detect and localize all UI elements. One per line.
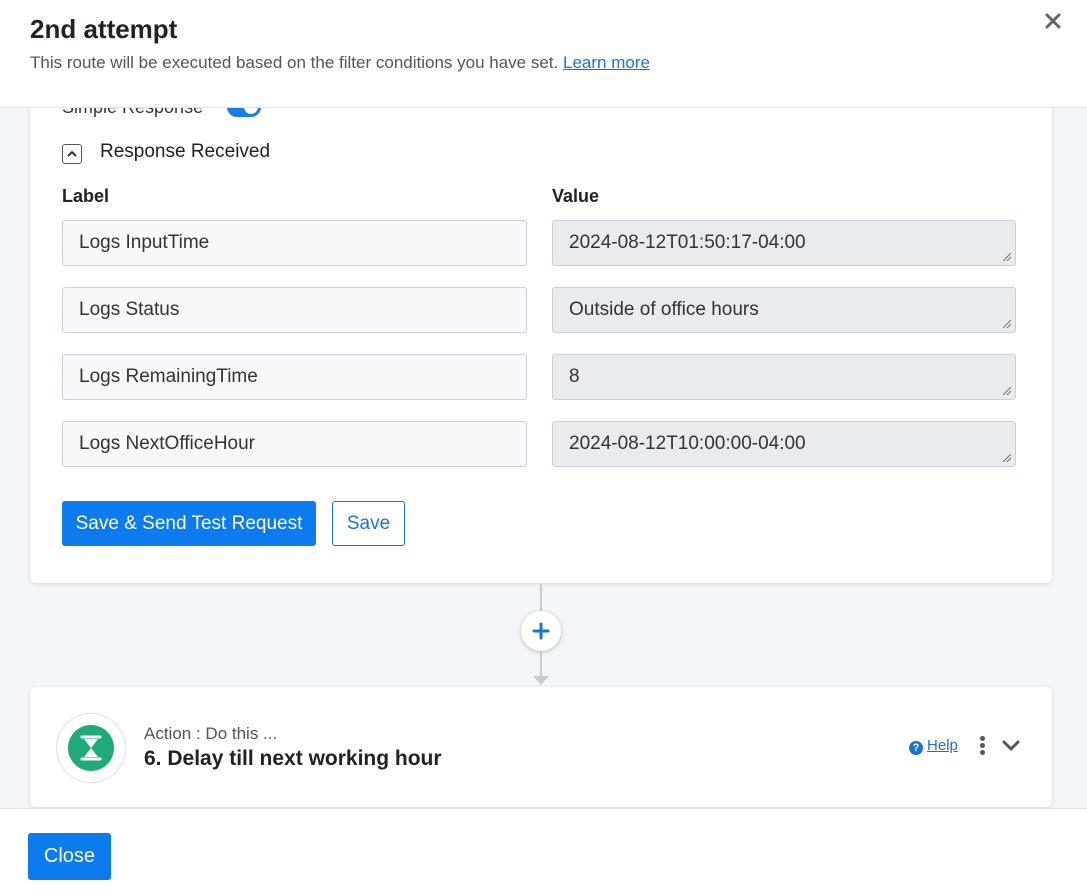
value-field[interactable]: Outside of office hours: [552, 287, 1016, 333]
subtitle-text: This route will be executed based on the…: [30, 53, 559, 72]
value-field[interactable]: 2024-08-12T10:00:00-04:00: [552, 421, 1016, 467]
label-field[interactable]: Logs InputTime: [62, 220, 527, 266]
label-field[interactable]: Logs RemainingTime: [62, 354, 527, 400]
help-label: Help: [927, 737, 958, 754]
hourglass-svg: [80, 735, 102, 761]
chevron-down-icon[interactable]: [998, 733, 1024, 759]
simple-response-toggle[interactable]: [227, 108, 261, 117]
close-icon[interactable]: [1040, 8, 1066, 34]
connector-line: [540, 584, 542, 612]
save-button[interactable]: Save: [332, 501, 405, 546]
collapse-icon[interactable]: [62, 144, 82, 164]
app-icon-container: [56, 713, 126, 783]
save-send-test-button[interactable]: Save & Send Test Request: [62, 501, 316, 546]
modal-header: 2nd attempt This route will be executed …: [0, 0, 1087, 108]
close-button[interactable]: Close: [28, 833, 111, 880]
simple-response-label: Simple Response: [62, 108, 203, 118]
page-title: 2nd attempt: [30, 14, 178, 44]
value-column-header: Value: [552, 186, 600, 206]
response-card: Simple Response Response Received Label …: [30, 108, 1052, 583]
modal-body[interactable]: Simple Response Response Received Label …: [0, 108, 1087, 808]
more-options-icon[interactable]: [975, 735, 989, 759]
action-title: 6. Delay till next working hour: [144, 747, 442, 770]
chevron-svg: [1002, 740, 1020, 751]
modal-footer: Close: [0, 808, 1087, 891]
page-subtitle: This route will be executed based on the…: [30, 53, 650, 73]
arrow-down-icon: [533, 676, 549, 685]
connector-line: [540, 651, 542, 677]
value-field[interactable]: 2024-08-12T01:50:17-04:00: [552, 220, 1016, 266]
action-subtitle: Action : Do this ...: [144, 724, 278, 743]
learn-more-link[interactable]: Learn more: [563, 53, 650, 72]
add-step-button[interactable]: [521, 611, 561, 651]
label-field[interactable]: Logs Status: [62, 287, 527, 333]
action-step-card[interactable]: Action : Do this ... 6. Delay till next …: [30, 687, 1052, 807]
close-x-svg: [1045, 13, 1061, 29]
value-field[interactable]: 8: [552, 354, 1016, 400]
help-link[interactable]: ? Help: [909, 737, 958, 755]
label-field[interactable]: Logs NextOfficeHour: [62, 421, 527, 467]
question-icon: ?: [909, 741, 923, 755]
label-column-header: Label: [62, 186, 110, 206]
response-received-title: Response Received: [100, 141, 271, 162]
plus-icon: [532, 622, 550, 640]
hourglass-icon: [68, 725, 114, 771]
chevron-up-icon: [67, 150, 77, 157]
